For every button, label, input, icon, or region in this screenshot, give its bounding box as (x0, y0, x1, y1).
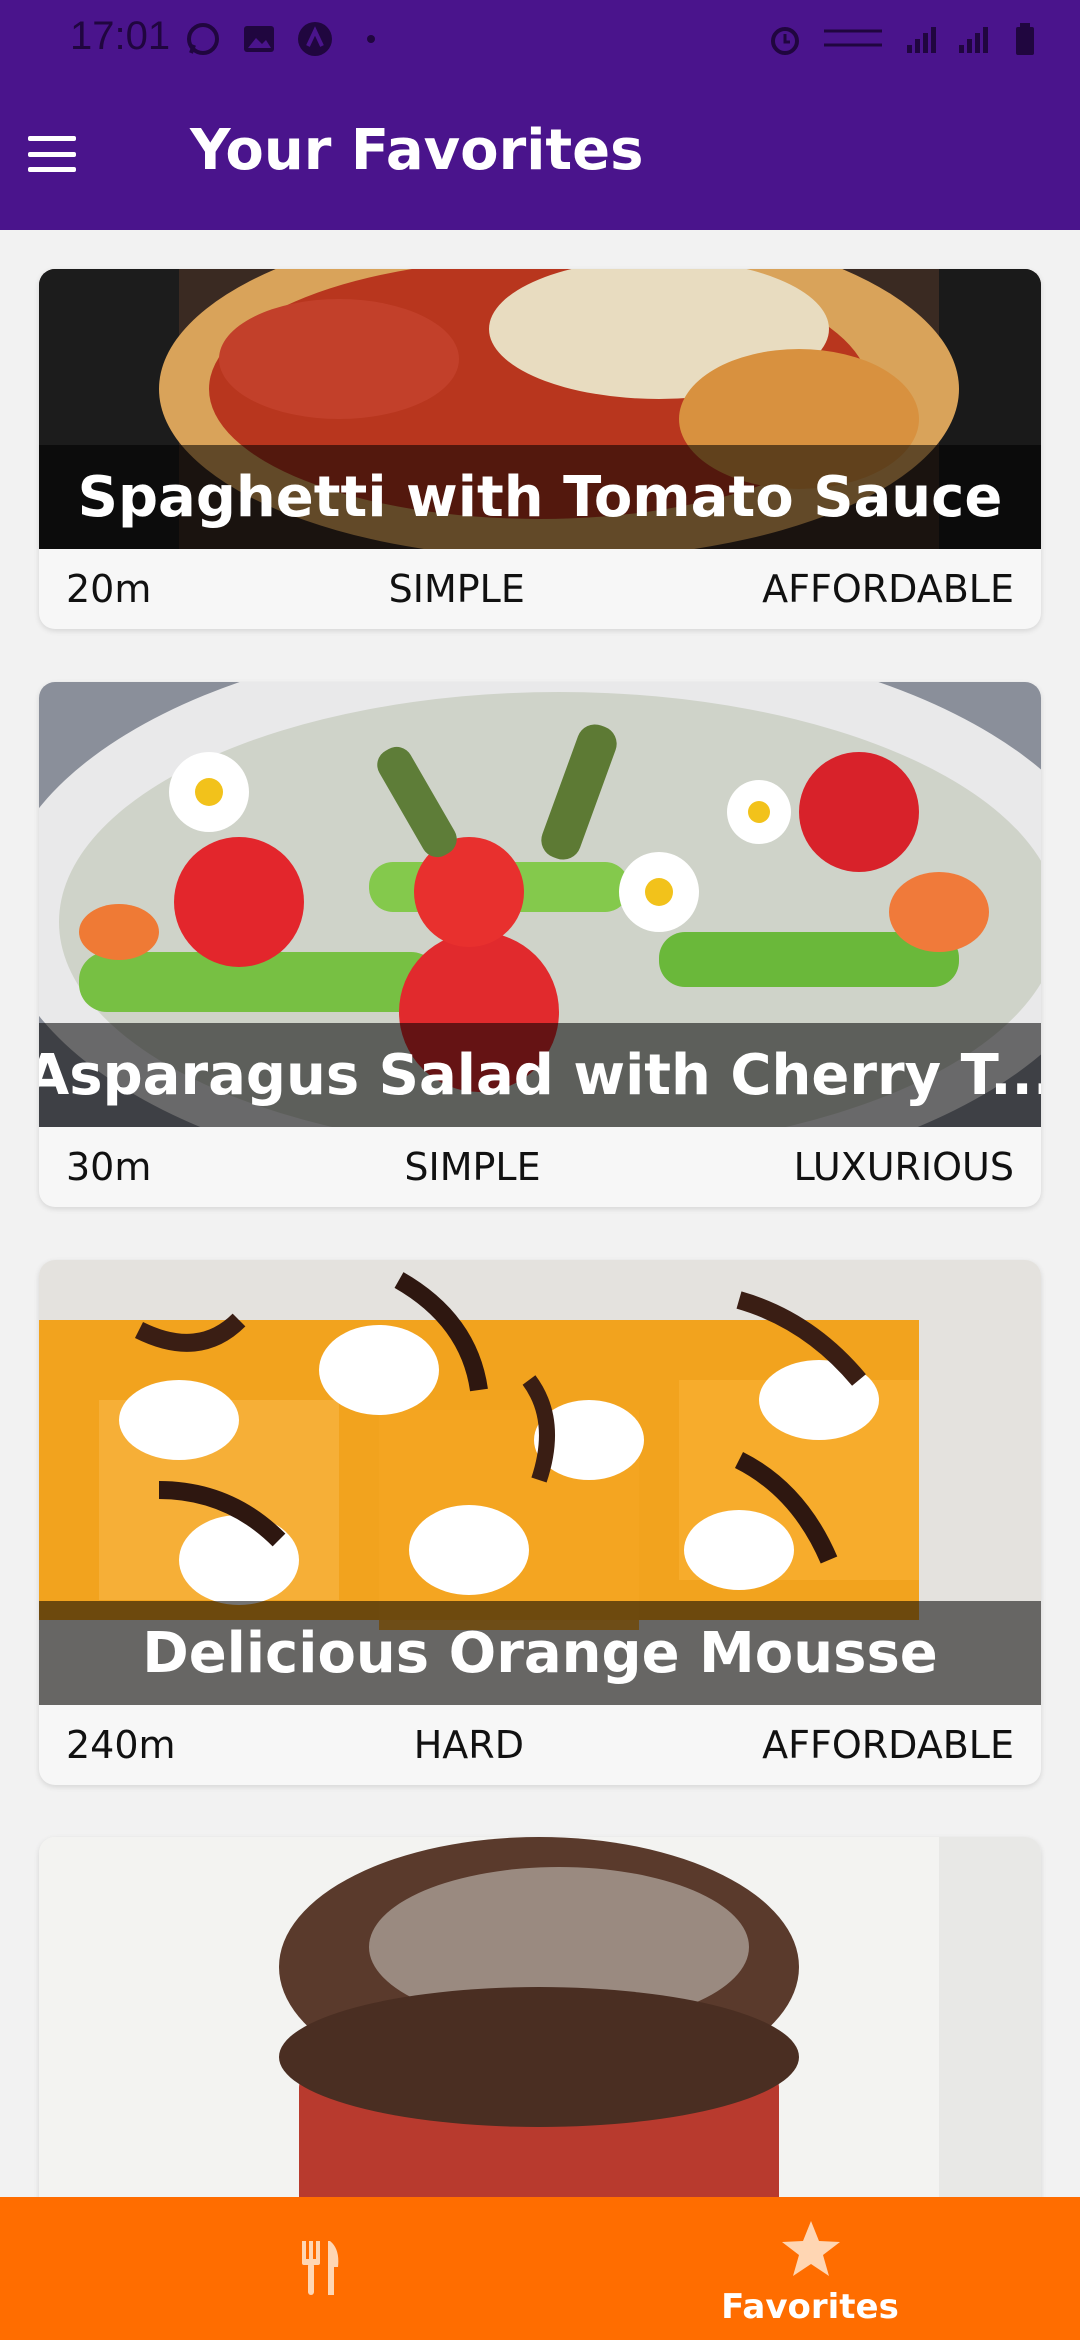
meal-card[interactable]: Spaghetti with Tomato Sauce 20m SIMPLE A… (39, 269, 1041, 629)
status-icons-right (766, 20, 1044, 58)
meal-info-row: 20m SIMPLE AFFORDABLE (39, 549, 1041, 629)
meal-card[interactable]: Asparagus Salad with Cherry T... 30m SIM… (39, 682, 1041, 1207)
meal-complexity: HARD (413, 1723, 524, 1767)
status-icons-left (184, 20, 390, 58)
status-time: 17:01 (70, 14, 171, 58)
meal-title: Delicious Orange Mousse (39, 1601, 1041, 1705)
meal-info-row: 240m HARD AFFORDABLE (39, 1705, 1041, 1785)
meal-card[interactable] (39, 1837, 1041, 2197)
meal-image (39, 1837, 1041, 2197)
star-icon (780, 2219, 842, 2283)
volte-lte-icon (818, 20, 888, 58)
app-icon (296, 20, 334, 58)
nav-label-favorites: Favorites (721, 2287, 899, 2327)
whatsapp-icon (184, 20, 222, 58)
signal-icon-2 (954, 20, 992, 58)
signal-icon (902, 20, 940, 58)
meal-card[interactable]: Delicious Orange Mousse 240m HARD AFFORD… (39, 1260, 1041, 1785)
battery-icon (1006, 20, 1044, 58)
alarm-icon (766, 20, 804, 58)
meal-duration: 240m (66, 1723, 176, 1767)
nav-item-categories[interactable] (0, 2197, 540, 2340)
dot-icon (352, 20, 390, 58)
restaurant-icon (300, 2241, 342, 2299)
meal-complexity: SIMPLE (388, 567, 525, 611)
page-title: Your Favorites (190, 118, 644, 183)
app-header: 17:01 Your Favorites (0, 0, 1080, 230)
meal-affordability: LUXURIOUS (793, 1145, 1014, 1189)
meal-info-row: 30m SIMPLE LUXURIOUS (39, 1127, 1041, 1207)
meal-title: Spaghetti with Tomato Sauce (39, 445, 1041, 549)
nav-item-favorites[interactable]: Favorites (540, 2197, 1080, 2340)
meal-affordability: AFFORDABLE (762, 1723, 1014, 1767)
image-icon (240, 20, 278, 58)
bottom-navigation: Favorites (0, 2197, 1080, 2340)
favorites-list[interactable]: Spaghetti with Tomato Sauce 20m SIMPLE A… (0, 230, 1080, 2197)
hamburger-menu-icon[interactable] (28, 136, 76, 172)
status-bar: 17:01 (0, 0, 1080, 84)
meal-duration: 30m (66, 1145, 152, 1189)
meal-title: Asparagus Salad with Cherry T... (39, 1023, 1041, 1127)
meal-affordability: AFFORDABLE (762, 567, 1014, 611)
meal-duration: 20m (66, 567, 152, 611)
meal-complexity: SIMPLE (404, 1145, 541, 1189)
